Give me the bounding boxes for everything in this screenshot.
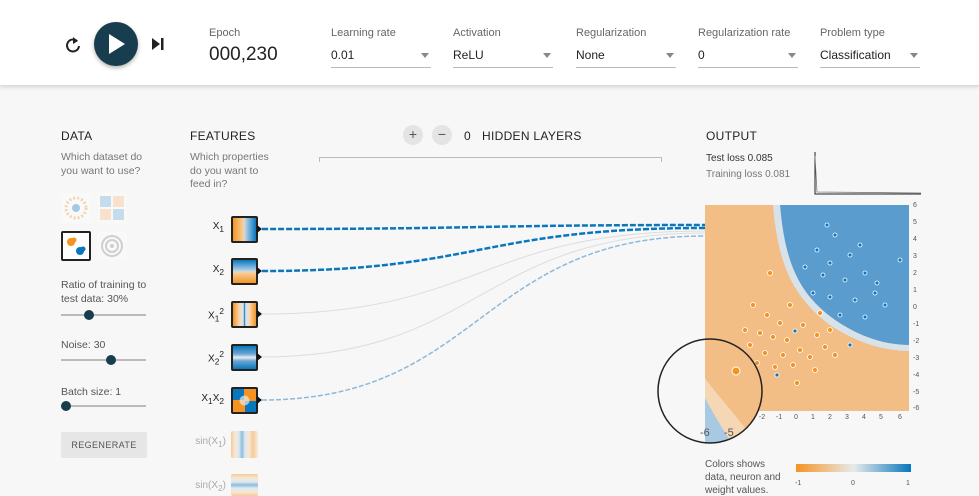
hidden-layers-label: HIDDEN LAYERS (482, 129, 582, 143)
hidden-layers-count: 0 (464, 129, 471, 143)
y-tick: -2 (913, 338, 920, 345)
feature-label-x1-squared: X12 (208, 306, 224, 324)
x-tick: 2 (828, 414, 832, 421)
legend-tick: 1 (906, 480, 910, 487)
hidden-layers-bracket (319, 157, 662, 162)
y-tick: 5 (913, 219, 917, 226)
training-loss: Training loss 0.081 (706, 169, 791, 180)
zoom-x-tick: -6 (700, 427, 710, 439)
y-tick: 0 (913, 304, 917, 311)
feature-x1-output-pin (257, 225, 262, 233)
magnifier-lens (657, 338, 763, 444)
test-loss: Test loss 0.085 (706, 153, 773, 164)
feature-label-x2: X2 (212, 264, 224, 277)
feature-label-sin-x1: sin(X1) (195, 436, 226, 449)
feature-label-x1: X1 (212, 221, 224, 234)
loss-chart (814, 152, 921, 195)
feature-x1[interactable] (231, 216, 258, 243)
add-layer-button[interactable]: + (403, 125, 423, 145)
link-x1x2[interactable] (261, 235, 706, 401)
y-tick: 6 (913, 202, 917, 209)
y-tick: 4 (913, 236, 917, 243)
y-tick: 3 (913, 253, 917, 260)
x-tick: 6 (898, 414, 902, 421)
x-tick: -1 (775, 414, 783, 421)
feature-sin-x2[interactable] (231, 474, 258, 496)
feature-x2[interactable] (231, 258, 258, 285)
feature-x1-squared-output-pin (257, 310, 262, 318)
feature-x1-squared[interactable] (231, 301, 258, 328)
feature-x1x2[interactable] (231, 387, 258, 414)
y-tick: -3 (913, 355, 920, 362)
link-x1-squared[interactable] (261, 230, 706, 315)
zoom-x-tick: -5 (724, 427, 734, 439)
y-tick: -4 (913, 372, 920, 379)
feature-sin-x1[interactable] (231, 431, 258, 458)
feature-x2-output-pin (257, 267, 262, 275)
x-tick: 4 (862, 414, 866, 421)
y-tick: -6 (913, 405, 920, 412)
y-tick: 2 (913, 270, 917, 277)
feature-label-sin-x2: sin(X2) (195, 480, 226, 493)
feature-label-x2-squared: X22 (208, 349, 224, 367)
y-tick: 1 (913, 287, 917, 294)
feature-label-x1x2: X1X2 (201, 393, 224, 406)
remove-layer-button[interactable]: − (432, 125, 452, 145)
color-legend-text: Colors shows data, neuron and weight val… (705, 459, 781, 496)
legend-tick: -1 (795, 480, 802, 487)
link-x2-squared[interactable] (261, 232, 706, 358)
x-tick: 1 (811, 414, 815, 421)
feature-x2-squared-output-pin (257, 353, 262, 361)
feature-x2-squared[interactable] (231, 344, 258, 371)
legend-tick: 0 (851, 480, 855, 487)
output-heading: OUTPUT (706, 129, 758, 143)
y-tick: -5 (913, 389, 920, 396)
x-tick: 3 (845, 414, 849, 421)
x-tick: 0 (794, 414, 798, 421)
feature-x1x2-output-pin (257, 396, 262, 404)
color-legend-bar (796, 464, 911, 472)
link-x2[interactable] (261, 226, 706, 273)
x-tick: 5 (879, 414, 883, 421)
y-tick: -1 (913, 321, 920, 328)
